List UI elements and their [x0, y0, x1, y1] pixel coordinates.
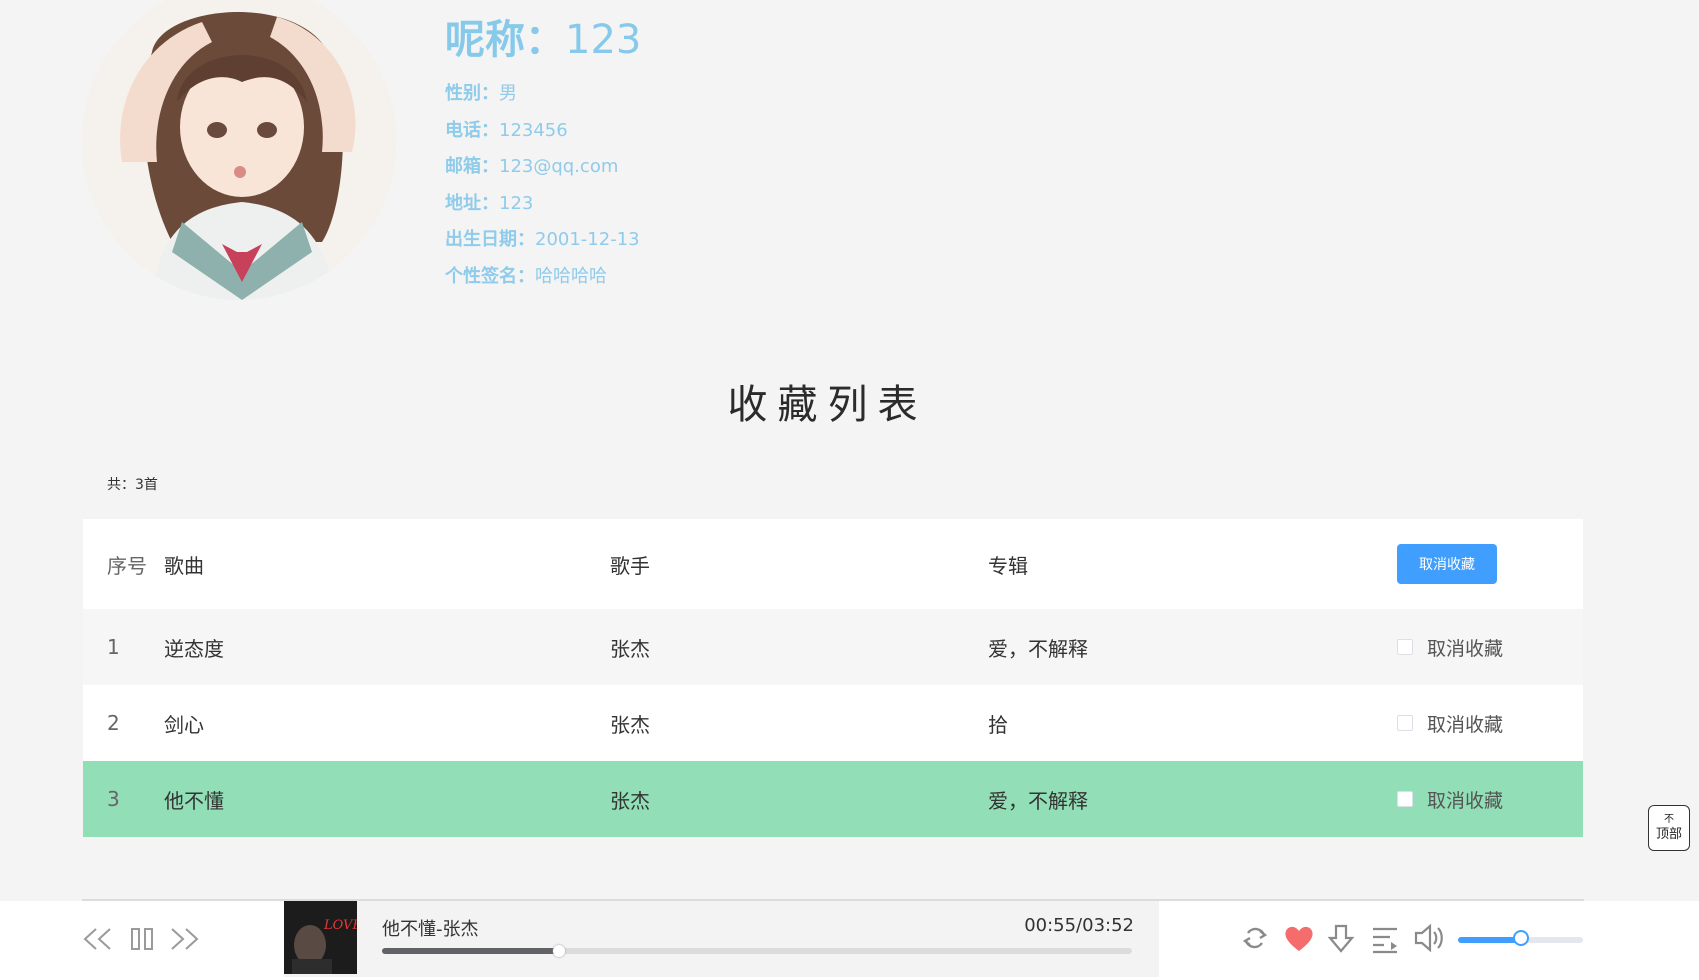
address-row: 地址：123: [445, 186, 641, 223]
address-value: 123: [499, 192, 534, 214]
birthday-value: 2001-12-13: [535, 229, 640, 250]
prev-icon[interactable]: [82, 925, 114, 957]
album-cover-art: LOVE: [284, 901, 357, 974]
address-label: 地址：: [445, 192, 499, 214]
header-index: 序号: [107, 553, 147, 578]
user-avatar: [82, 0, 396, 300]
playlist-icon[interactable]: [1370, 923, 1400, 959]
header-album: 专辑: [988, 553, 1028, 578]
volume-slider[interactable]: [1458, 930, 1583, 946]
nickname-value: 123: [565, 17, 642, 63]
playback-time: 00:55/03:52: [1024, 915, 1134, 936]
signature-label: 个性签名：: [445, 265, 535, 287]
nickname: 呢称：123: [445, 14, 641, 66]
avatar-illustration: [82, 0, 396, 300]
row-index: 2: [107, 711, 120, 735]
loop-icon[interactable]: [1240, 923, 1270, 957]
header-action: 取消收藏: [1397, 544, 1583, 584]
row-index: 3: [107, 787, 120, 811]
uncollect-label[interactable]: 取消收藏: [1427, 786, 1503, 813]
gender-label: 性别：: [445, 83, 499, 104]
uncollect-checkbox[interactable]: [1397, 639, 1413, 655]
phone-row: 电话：123456: [445, 113, 641, 150]
header-song: 歌曲: [164, 553, 204, 578]
table-row-playing[interactable]: 3 他不懂 张杰 爱，不解释 取消收藏: [83, 761, 1583, 837]
row-song[interactable]: 他不懂: [164, 785, 610, 814]
row-singer[interactable]: 张杰: [610, 709, 988, 738]
volume-fill: [1458, 937, 1521, 943]
volume-icon[interactable]: [1413, 923, 1445, 957]
uncollect-label[interactable]: 取消收藏: [1427, 710, 1503, 737]
table-row[interactable]: 1 逆态度 张杰 爱，不解释 取消收藏: [83, 609, 1583, 685]
progress-bar[interactable]: [382, 945, 1132, 957]
row-album[interactable]: 爱，不解释: [988, 633, 1397, 662]
phone-label: 电话：: [445, 119, 499, 141]
collection-table: 序号 歌曲 歌手 专辑 取消收藏 1 逆态度 张杰 爱，不解释 取消收藏 2 剑…: [83, 519, 1583, 837]
row-action: 取消收藏: [1397, 634, 1583, 661]
profile-info: 呢称：123 性别：男 电话：123456 邮箱：123@qq.com 地址：1…: [445, 14, 641, 295]
volume-handle[interactable]: [1512, 930, 1529, 946]
header-singer: 歌手: [610, 553, 650, 578]
row-action: 取消收藏: [1397, 710, 1583, 737]
email-label: 邮箱：: [445, 156, 499, 177]
row-singer[interactable]: 张杰: [610, 633, 988, 662]
birthday-row: 出生日期：2001-12-13: [445, 222, 641, 259]
table-header: 序号 歌曲 歌手 专辑 取消收藏: [83, 519, 1583, 609]
signature-row: 个性签名：哈哈哈哈: [445, 259, 641, 296]
back-to-top-label: 顶部: [1655, 827, 1682, 842]
uncollect-checkbox[interactable]: [1397, 715, 1413, 731]
row-action: 取消收藏: [1397, 786, 1583, 813]
row-index: 1: [107, 635, 120, 659]
collection-title: 收藏列表: [727, 382, 928, 428]
heart-icon[interactable]: [1283, 923, 1315, 957]
gender-value: 男: [499, 83, 517, 104]
back-to-top-button[interactable]: 不 顶部: [1648, 805, 1690, 851]
progress-handle[interactable]: [553, 945, 565, 957]
download-icon[interactable]: [1327, 923, 1355, 959]
signature-value: 哈哈哈哈: [535, 265, 607, 287]
gender-row: 性别：男: [445, 76, 641, 113]
table-row[interactable]: 2 剑心 张杰 拾 取消收藏: [83, 685, 1583, 761]
email-row: 邮箱：123@qq.com: [445, 149, 641, 186]
row-album[interactable]: 拾: [988, 709, 1397, 738]
pause-icon[interactable]: [128, 925, 156, 957]
collection-total: 共：3首: [107, 477, 158, 493]
now-playing-panel: LOVE 他不懂-张杰 00:55/03:52: [284, 901, 1159, 977]
album-cover[interactable]: LOVE: [284, 901, 357, 974]
uncollect-checkbox[interactable]: [1397, 791, 1413, 807]
phone-value: 123456: [499, 119, 568, 141]
progress-fill: [382, 948, 559, 954]
row-singer[interactable]: 张杰: [610, 785, 988, 814]
nickname-label: 呢称：: [445, 17, 565, 63]
bulk-uncollect-button[interactable]: 取消收藏: [1397, 544, 1497, 584]
now-playing-title: 他不懂-张杰: [382, 919, 479, 940]
next-icon[interactable]: [168, 925, 200, 957]
email-value: 123@qq.com: [499, 156, 619, 177]
row-album[interactable]: 爱，不解释: [988, 785, 1397, 814]
music-player: LOVE 他不懂-张杰 00:55/03:52: [0, 901, 1699, 980]
birthday-label: 出生日期：: [445, 229, 535, 250]
uncollect-label[interactable]: 取消收藏: [1427, 634, 1503, 661]
row-song[interactable]: 逆态度: [164, 633, 610, 662]
up-arrow-icon: 不: [1664, 814, 1674, 825]
row-song[interactable]: 剑心: [164, 709, 610, 738]
cover-text: LOVE: [323, 918, 357, 933]
